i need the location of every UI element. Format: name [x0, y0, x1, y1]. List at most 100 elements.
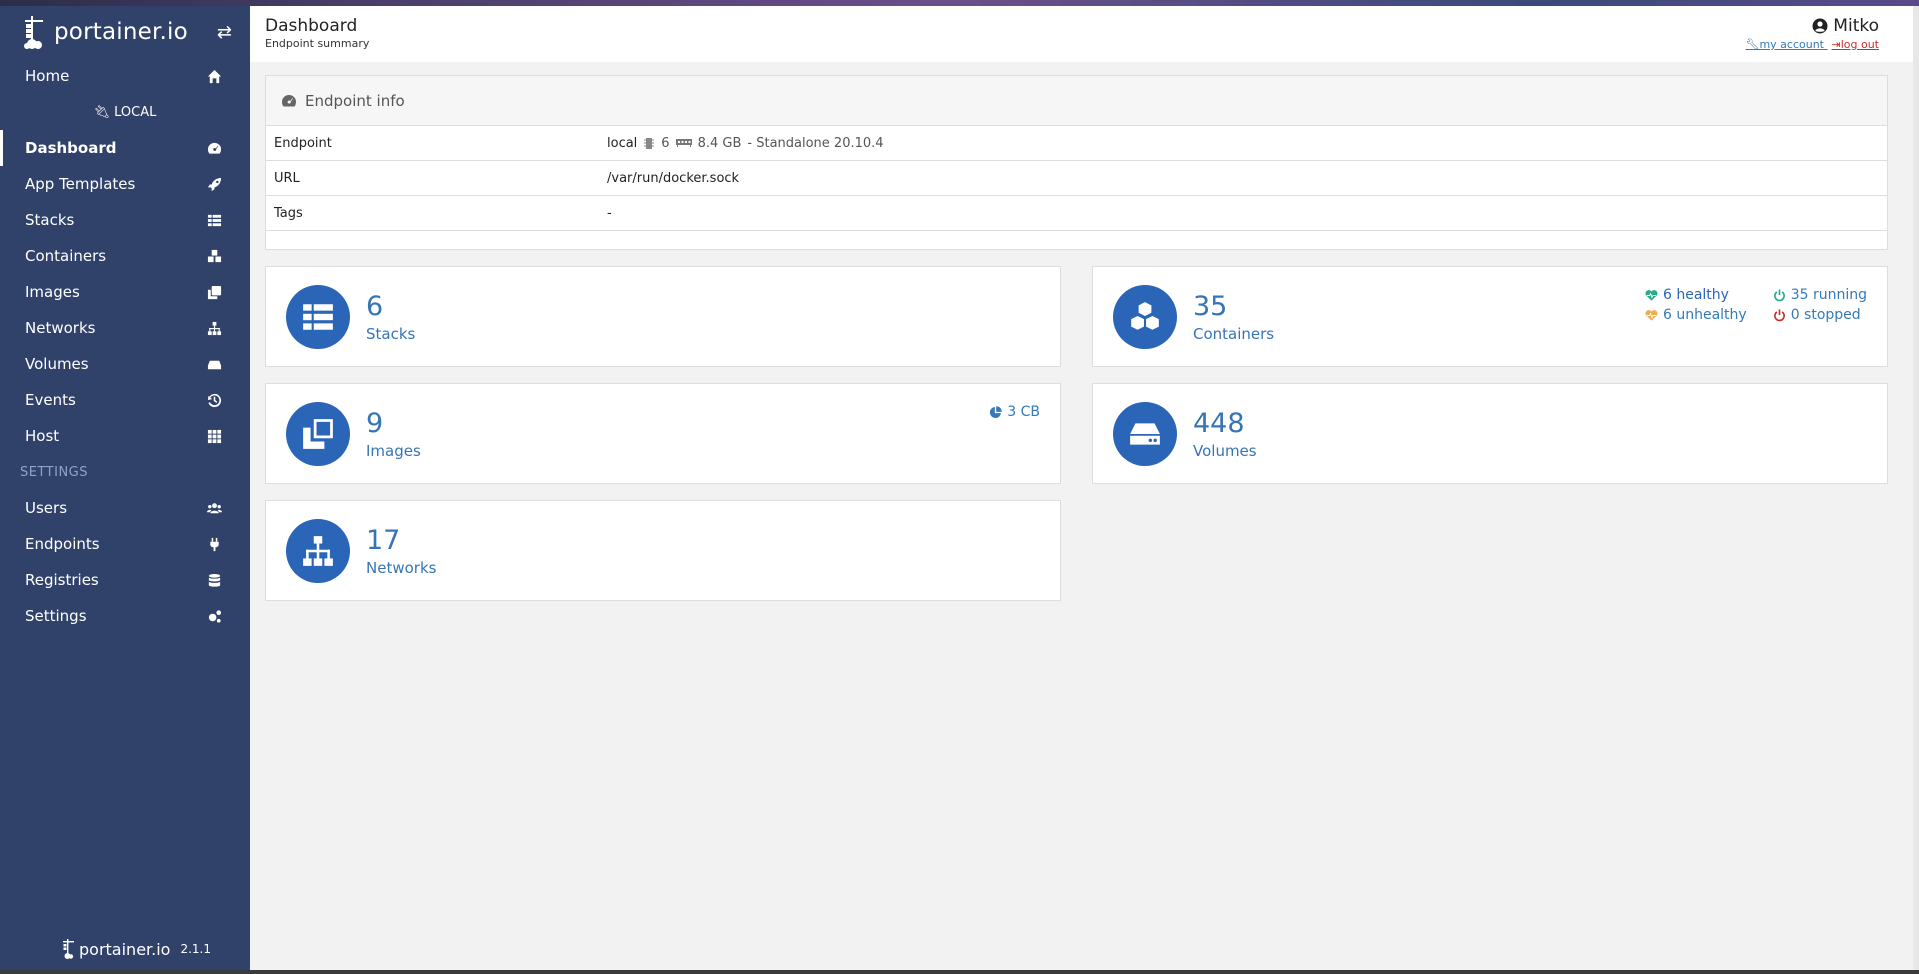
- hdd-icon: [206, 356, 222, 372]
- users-icon: [206, 500, 222, 516]
- sidebar-item-label: Dashboard: [25, 139, 117, 157]
- portainer-logo[interactable]: portainer.io: [22, 12, 188, 52]
- sidebar-item-label: Host: [25, 427, 60, 445]
- main-area: Dashboard Endpoint summary Mitko 🔧︎my ac…: [250, 6, 1919, 970]
- sidebar-item-label: Events: [25, 391, 76, 409]
- sidebar: portainer.io ⇄ Home 🔌︎ LOCAL Dashboard A…: [0, 6, 250, 970]
- sidebar-item-home[interactable]: Home: [0, 58, 250, 94]
- sidebar-toggle-icon[interactable]: ⇄: [217, 22, 232, 43]
- containers-count: 35: [1193, 290, 1228, 322]
- version-label: 2.1.1: [180, 942, 212, 956]
- sidebar-item-host[interactable]: Host: [0, 418, 250, 454]
- cubes-icon: [1131, 301, 1159, 330]
- portainer-app: portainer.io ⇄ Home 🔌︎ LOCAL Dashboard A…: [0, 6, 1919, 970]
- stopped-status: 0 stopped: [1773, 307, 1867, 323]
- sidebar-item-label: Volumes: [25, 355, 89, 373]
- dashboard-content: Endpoint info Endpoint local 6 8.4 GB - …: [250, 62, 1919, 601]
- page-title: Dashboard: [265, 16, 358, 36]
- healthy-count: 6 healthy: [1662, 287, 1729, 303]
- tags-value: -: [607, 205, 612, 221]
- running-count: 35 running: [1790, 287, 1867, 303]
- panel-spacer: [266, 231, 1887, 249]
- cpu-count: 6: [661, 135, 670, 151]
- sidebar-item-images[interactable]: Images: [0, 274, 250, 310]
- my-account-link[interactable]: 🔧︎my account: [1745, 38, 1827, 51]
- sidebar-item-label: Stacks: [25, 211, 75, 229]
- sidebar-item-events[interactable]: Events: [0, 382, 250, 418]
- user-circle-icon: [1812, 18, 1828, 34]
- sitemap-icon: [303, 535, 333, 566]
- url-value: /var/run/docker.sock: [607, 170, 740, 186]
- sitemap-icon: [206, 320, 222, 336]
- sidebar-item-label: App Templates: [25, 175, 136, 193]
- url-key: URL: [274, 170, 300, 186]
- plug-icon: [206, 536, 222, 552]
- networks-label: Networks: [366, 558, 437, 577]
- tachometer-icon: [281, 94, 297, 106]
- memory-value: 8.4 GB: [697, 135, 742, 151]
- th-icon: [206, 428, 222, 444]
- log-out-label: log out: [1840, 38, 1879, 51]
- power-icon: [1773, 308, 1785, 321]
- stacks-count: 6: [366, 290, 384, 322]
- history-icon: [206, 392, 222, 408]
- running-status: 35 running: [1773, 287, 1867, 303]
- th-list-icon: [303, 303, 333, 330]
- sidebar-item-users[interactable]: Users: [0, 490, 250, 526]
- sidebar-item-stacks[interactable]: Stacks: [0, 202, 250, 238]
- sidebar-item-label: Images: [25, 283, 80, 301]
- networks-card[interactable]: 17 Networks: [265, 500, 1061, 601]
- sidebar-item-label: Networks: [25, 319, 96, 337]
- tachometer-icon: [206, 140, 222, 156]
- images-label: Images: [366, 441, 421, 460]
- sidebar-item-dashboard[interactable]: Dashboard: [0, 130, 250, 166]
- top-bar: Dashboard Endpoint summary Mitko 🔧︎my ac…: [250, 6, 1919, 62]
- sidebar-item-app-templates[interactable]: App Templates: [0, 166, 250, 202]
- containers-card-text: 35 Containers: [1193, 291, 1274, 343]
- sidebar-brand: portainer.io ⇄: [0, 6, 250, 58]
- endpoint-info-panel: Endpoint info Endpoint local 6 8.4 GB - …: [265, 75, 1888, 250]
- settings-section-header: SETTINGS: [20, 464, 89, 480]
- page-scrollbar[interactable]: [1913, 6, 1919, 970]
- th-list-icon: [206, 212, 222, 228]
- healthy-status: 6 healthy: [1645, 287, 1747, 303]
- cogs-icon: [206, 608, 222, 624]
- volumes-label: Volumes: [1193, 441, 1257, 460]
- sidebar-item-networks[interactable]: Networks: [0, 310, 250, 346]
- rocket-icon: [206, 176, 222, 192]
- networks-count: 17: [366, 524, 401, 556]
- clone-icon: [303, 418, 333, 449]
- desktop-bottom-strip: [0, 970, 1919, 974]
- sidebar-item-containers[interactable]: Containers: [0, 238, 250, 274]
- volumes-card[interactable]: 448 Volumes: [1092, 383, 1888, 484]
- tags-key: Tags: [274, 205, 303, 221]
- containers-card[interactable]: 35 Containers 6 healthy 35 running 6 unh…: [1092, 266, 1888, 367]
- sidebar-item-volumes[interactable]: Volumes: [0, 346, 250, 382]
- sidebar-item-endpoints[interactable]: Endpoints: [0, 526, 250, 562]
- stacks-card[interactable]: 6 Stacks: [265, 266, 1061, 367]
- containers-card-icon-circle: [1113, 284, 1177, 349]
- url-row: URL /var/run/docker.sock: [266, 161, 1887, 196]
- sidebar-item-label: Registries: [25, 571, 99, 589]
- images-count: 9: [366, 407, 384, 439]
- page-heading: Dashboard Endpoint summary: [265, 16, 369, 62]
- unhealthy-status: 6 unhealthy: [1645, 307, 1747, 323]
- images-card[interactable]: 9 Images 3 CB: [265, 383, 1061, 484]
- footer-logo: portainer.io: [62, 938, 170, 960]
- log-out-link[interactable]: ⇥log out: [1832, 38, 1880, 51]
- sidebar-item-registries[interactable]: Registries: [0, 562, 250, 598]
- stacks-label: Stacks: [366, 324, 416, 343]
- containers-label: Containers: [1193, 324, 1275, 343]
- tags-row: Tags -: [266, 196, 1887, 231]
- page-subtitle: Endpoint summary: [265, 37, 370, 50]
- heartbeat-icon: [1645, 309, 1658, 321]
- memory-icon: [675, 139, 692, 147]
- brand-name: portainer.io: [54, 19, 188, 45]
- container-status-summary: 6 healthy 35 running 6 unhealthy 0 stopp…: [1645, 287, 1867, 323]
- endpoint-info-title: Endpoint info: [305, 91, 405, 110]
- sidebar-item-settings[interactable]: Settings: [0, 598, 250, 634]
- portainer-logo-icon: [63, 939, 74, 959]
- wrench-icon: 🔧︎: [1745, 38, 1760, 51]
- volumes-count: 448: [1193, 407, 1245, 439]
- sidebar-item-label: Home: [25, 67, 70, 85]
